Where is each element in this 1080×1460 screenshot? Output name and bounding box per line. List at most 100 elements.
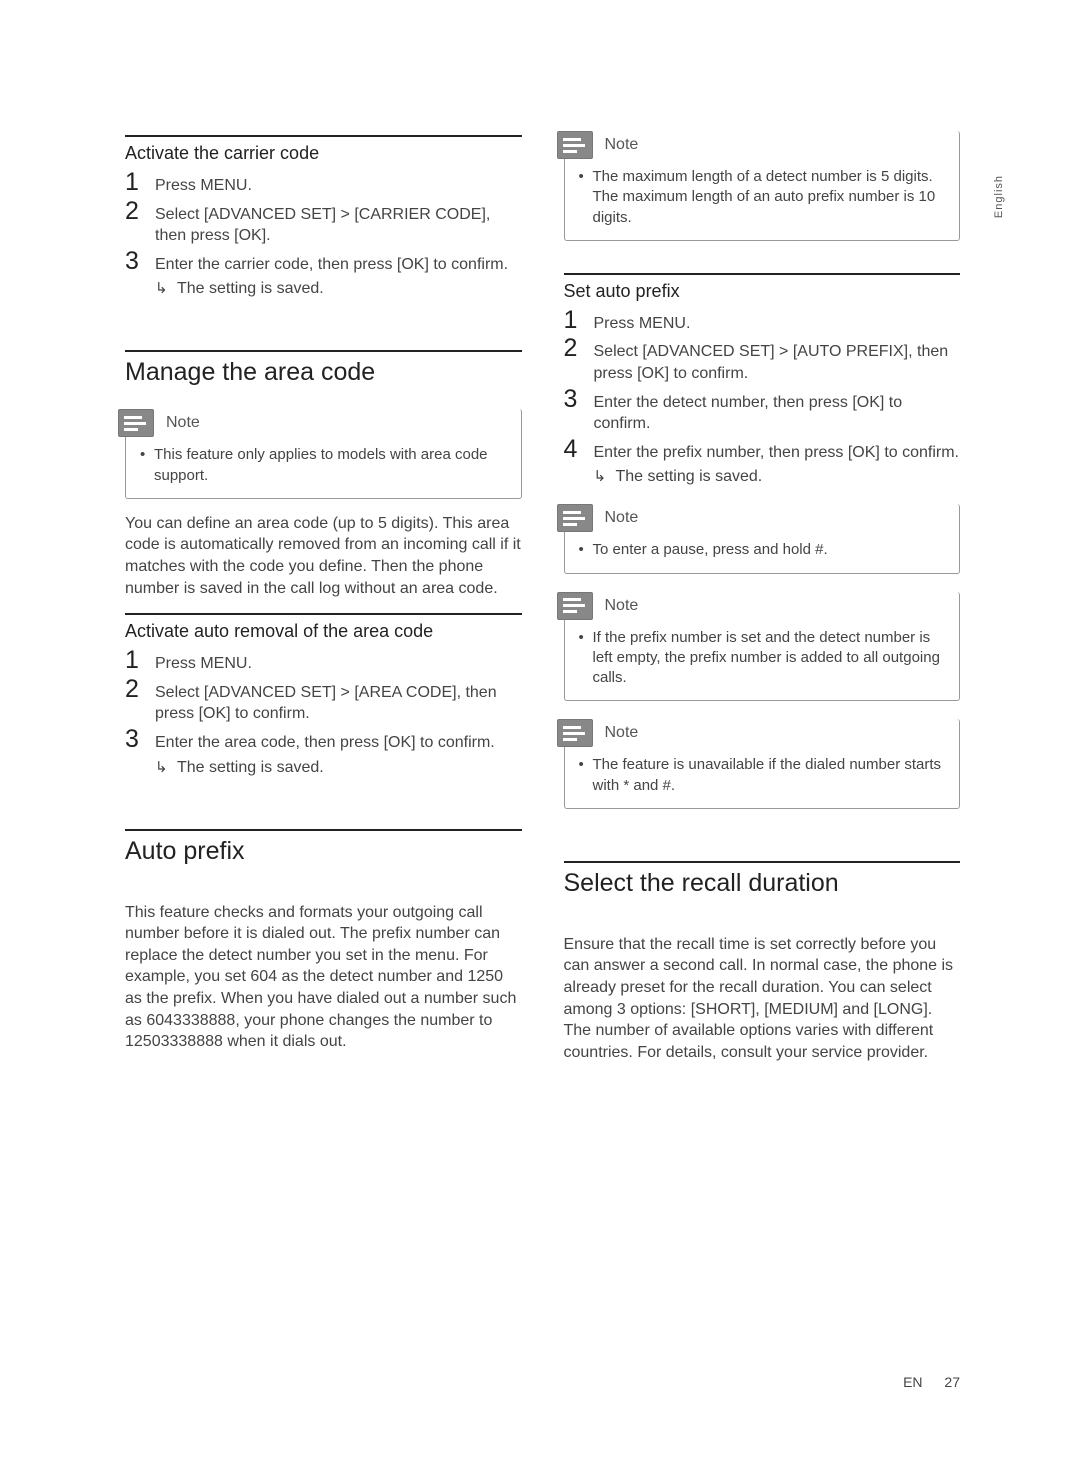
steps-list: 1 Press MENU. 2 Select [ADVANCED SET] > … bbox=[564, 308, 961, 487]
note-text: The maximum length of a detect number is… bbox=[593, 167, 946, 228]
result-arrow-icon: ↳ bbox=[594, 467, 616, 485]
step: 1 Press MENU. bbox=[564, 308, 961, 335]
step-text: Press MENU. bbox=[594, 313, 691, 335]
bullet-dot-icon: • bbox=[579, 755, 593, 796]
language-side-label: English bbox=[993, 175, 1005, 218]
result-text: The setting is saved. bbox=[177, 280, 324, 298]
step-text: Enter the prefix number, then press [OK]… bbox=[594, 442, 960, 464]
step-number: 2 bbox=[564, 336, 594, 361]
note-label: Note bbox=[605, 136, 639, 154]
steps-list: 1 Press MENU. 2 Select [ADVANCED SET] > … bbox=[125, 170, 522, 298]
note-body: • The feature is unavailable if the dial… bbox=[565, 755, 960, 808]
step-number: 4 bbox=[564, 437, 594, 462]
step: 2 Select [ADVANCED SET] > [CARRIER CODE]… bbox=[125, 199, 522, 247]
bullet-dot-icon: • bbox=[579, 167, 593, 228]
step-number: 2 bbox=[125, 677, 155, 702]
paragraph: You can define an area code (up to 5 dig… bbox=[125, 513, 522, 599]
note-text: To enter a pause, press and hold #. bbox=[593, 540, 828, 560]
result-text: The setting is saved. bbox=[177, 759, 324, 777]
step: 3 Enter the carrier code, then press [OK… bbox=[125, 249, 522, 276]
note-box: Note • The maximum length of a detect nu… bbox=[564, 131, 961, 241]
note-icon bbox=[557, 719, 593, 747]
subheading-auto-removal: Activate auto removal of the area code bbox=[125, 621, 522, 642]
note-header: Note bbox=[557, 592, 960, 620]
note-bullet: • To enter a pause, press and hold #. bbox=[579, 540, 946, 560]
page-footer: EN 27 bbox=[903, 1374, 960, 1390]
heading-auto-prefix: Auto prefix bbox=[125, 837, 522, 866]
paragraph: This feature checks and formats your out… bbox=[125, 902, 522, 1053]
result-arrow-icon: ↳ bbox=[155, 279, 177, 297]
step-text: Select [ADVANCED SET] > [AREA CODE], the… bbox=[155, 682, 522, 725]
two-column-layout: Activate the carrier code 1 Press MENU. … bbox=[125, 135, 960, 1077]
result-row: ↳ The setting is saved. bbox=[594, 467, 961, 486]
step: 1 Press MENU. bbox=[125, 170, 522, 197]
note-bullet: • The maximum length of a detect number … bbox=[579, 167, 946, 228]
subheading-set-auto-prefix: Set auto prefix bbox=[564, 281, 961, 302]
footer-page-number: 27 bbox=[944, 1374, 960, 1390]
left-column: Activate the carrier code 1 Press MENU. … bbox=[125, 135, 522, 1077]
note-header: Note bbox=[118, 409, 521, 437]
note-icon bbox=[557, 592, 593, 620]
note-label: Note bbox=[605, 509, 639, 527]
note-label: Note bbox=[166, 414, 200, 432]
note-label: Note bbox=[605, 724, 639, 742]
heading-select-recall: Select the recall duration bbox=[564, 869, 961, 898]
step: 2 Select [ADVANCED SET] > [AUTO PREFIX],… bbox=[564, 336, 961, 384]
steps-list: 1 Press MENU. 2 Select [ADVANCED SET] > … bbox=[125, 648, 522, 776]
step: 1 Press MENU. bbox=[125, 648, 522, 675]
right-column: Note • The maximum length of a detect nu… bbox=[564, 135, 961, 1077]
note-text: If the prefix number is set and the dete… bbox=[593, 628, 946, 689]
note-body: • This feature only applies to models wi… bbox=[126, 445, 521, 498]
step-number: 3 bbox=[125, 249, 155, 274]
step-text: Press MENU. bbox=[155, 175, 252, 197]
note-icon bbox=[557, 504, 593, 532]
divider bbox=[125, 350, 522, 352]
paragraph: Ensure that the recall time is set corre… bbox=[564, 934, 961, 1064]
result-arrow-icon: ↳ bbox=[155, 758, 177, 776]
note-body: • The maximum length of a detect number … bbox=[565, 167, 960, 240]
note-box: Note • The feature is unavailable if the… bbox=[564, 719, 961, 809]
step: 3 Enter the area code, then press [OK] t… bbox=[125, 727, 522, 754]
step: 2 Select [ADVANCED SET] > [AREA CODE], t… bbox=[125, 677, 522, 725]
result-text: The setting is saved. bbox=[616, 468, 763, 486]
bullet-dot-icon: • bbox=[579, 628, 593, 689]
note-header: Note bbox=[557, 504, 960, 532]
result-row: ↳ The setting is saved. bbox=[155, 758, 522, 777]
step-number: 2 bbox=[125, 199, 155, 224]
note-body: • To enter a pause, press and hold #. bbox=[565, 540, 960, 572]
note-box: Note • If the prefix number is set and t… bbox=[564, 592, 961, 702]
note-icon bbox=[557, 131, 593, 159]
step-text: Enter the detect number, then press [OK]… bbox=[594, 392, 961, 435]
divider bbox=[564, 861, 961, 863]
note-bullet: • The feature is unavailable if the dial… bbox=[579, 755, 946, 796]
footer-lang: EN bbox=[903, 1374, 922, 1390]
step-number: 3 bbox=[125, 727, 155, 752]
step-number: 1 bbox=[125, 170, 155, 195]
bullet-dot-icon: • bbox=[579, 540, 593, 560]
divider bbox=[564, 273, 961, 275]
step-number: 1 bbox=[125, 648, 155, 673]
step-number: 1 bbox=[564, 308, 594, 333]
divider bbox=[125, 613, 522, 615]
result-row: ↳ The setting is saved. bbox=[155, 279, 522, 298]
note-text: This feature only applies to models with… bbox=[154, 445, 507, 486]
step-text: Select [ADVANCED SET] > [AUTO PREFIX], t… bbox=[594, 341, 961, 384]
note-bullet: • If the prefix number is set and the de… bbox=[579, 628, 946, 689]
note-box: Note • To enter a pause, press and hold … bbox=[564, 504, 961, 573]
divider bbox=[125, 829, 522, 831]
step: 4 Enter the prefix number, then press [O… bbox=[564, 437, 961, 464]
step-number: 3 bbox=[564, 387, 594, 412]
note-header: Note bbox=[557, 131, 960, 159]
note-bullet: • This feature only applies to models wi… bbox=[140, 445, 507, 486]
step-text: Press MENU. bbox=[155, 653, 252, 675]
step: 3 Enter the detect number, then press [O… bbox=[564, 387, 961, 435]
note-label: Note bbox=[605, 597, 639, 615]
note-header: Note bbox=[557, 719, 960, 747]
bullet-dot-icon: • bbox=[140, 445, 154, 486]
step-text: Select [ADVANCED SET] > [CARRIER CODE], … bbox=[155, 204, 522, 247]
note-text: The feature is unavailable if the dialed… bbox=[593, 755, 946, 796]
step-text: Enter the carrier code, then press [OK] … bbox=[155, 254, 508, 276]
note-body: • If the prefix number is set and the de… bbox=[565, 628, 960, 701]
note-box: Note • This feature only applies to mode… bbox=[125, 409, 522, 499]
manual-page: English Activate the carrier code 1 Pres… bbox=[0, 0, 1080, 1460]
